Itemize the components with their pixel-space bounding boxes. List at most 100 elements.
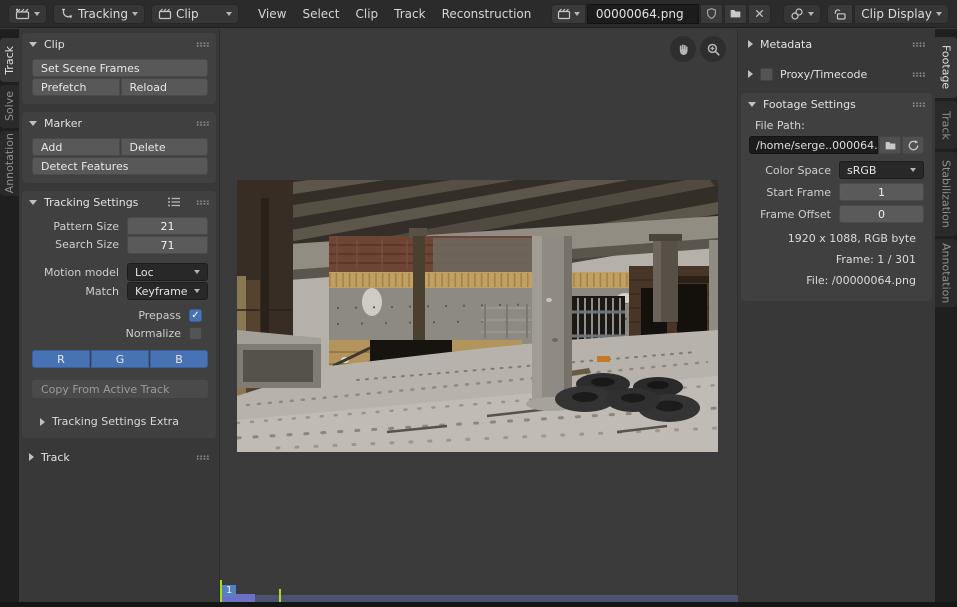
tab-annotation-left[interactable]: Annotation [0,131,19,196]
tab-footage[interactable]: Footage [935,37,957,98]
set-scene-frames-button[interactable]: Set Scene Frames [32,59,208,77]
marker-panel: Marker Add Delete Detect Features [22,112,216,183]
normalize-checkbox[interactable] [189,327,202,340]
panel-title: Tracking Settings [44,196,138,209]
clip-display-dropdown[interactable]: Clip Display [854,4,949,24]
menu-reconstruction[interactable]: Reconstruction [435,4,539,24]
color-space-dropdown[interactable]: sRGB [839,161,924,179]
drag-handle-icon[interactable] [912,42,925,47]
channel-r-toggle[interactable]: R [32,350,90,368]
panel-title: Footage Settings [763,98,856,111]
menu-view[interactable]: View [251,4,293,24]
drag-handle-icon[interactable] [196,121,209,126]
track-panel-header[interactable]: Track [22,446,216,468]
tab-track[interactable]: Track [0,38,19,82]
panel-title: Proxy/Timecode [780,68,867,81]
add-marker-button[interactable]: Add [32,138,120,156]
channel-g-toggle[interactable]: G [91,350,149,368]
drag-handle-icon[interactable] [196,455,209,460]
browse-file-button[interactable] [879,136,901,154]
proxy-checkbox[interactable] [760,68,773,81]
metadata-panel: Metadata [741,33,932,55]
proxy-panel-header[interactable]: Proxy/Timecode [741,63,932,85]
view-type-dropdown[interactable]: Clip [151,4,239,24]
fake-user-button[interactable] [700,4,723,24]
shield-icon [705,7,718,20]
pattern-size-label: Pattern Size [32,220,127,233]
motion-model-dropdown[interactable]: Loc [127,263,208,281]
drag-handle-icon[interactable] [196,42,209,47]
clip-browse-button[interactable] [551,4,586,24]
subpanel-title: Tracking Settings Extra [52,415,179,428]
prepass-checkbox[interactable] [189,309,202,322]
chevron-down-icon [132,12,138,16]
chevron-down-icon [194,289,200,293]
tracking-mode-icon [60,7,74,21]
file-path-label: File Path: [747,117,926,136]
zoom-in-icon [706,42,721,57]
timeline-cache-bar[interactable] [221,595,738,602]
folder-icon [729,7,742,20]
drag-handle-icon[interactable] [912,102,925,107]
sidebar-tabs: Footage Track Stabilization Annotation [935,29,957,607]
tab-solve[interactable]: Solve [0,85,19,128]
delete-marker-button[interactable]: Delete [121,138,209,156]
proxy-timecode-panel: Proxy/Timecode [741,63,932,85]
clip-viewport[interactable] [220,29,737,602]
panel-title: Metadata [760,38,812,51]
match-dropdown[interactable]: Keyframe [127,282,208,300]
motion-model-label: Motion model [32,266,127,279]
menu-track[interactable]: Track [387,4,432,24]
gizmo-dropdown[interactable] [783,4,821,24]
toolbar-region: Clip Set Scene Frames Prefetch Reload Ma… [19,29,220,602]
menu-select[interactable]: Select [295,4,346,24]
chevron-down-icon [808,12,814,16]
clip-display-group: Clip Display [827,4,949,24]
current-frame-badge: 1 [222,585,236,597]
match-label: Match [32,285,127,298]
tab-annotation-right[interactable]: Annotation [935,239,957,307]
panel-expanded-icon [29,200,37,205]
drag-handle-icon[interactable] [912,72,925,77]
clip-name-field[interactable]: 00000064.png [587,4,699,24]
presets-icon[interactable] [167,196,181,208]
link-icon [790,7,804,21]
start-frame-label: Start Frame [747,186,839,199]
start-frame-field[interactable]: 1 [839,183,924,201]
object-mode-dropdown[interactable]: Tracking [53,4,145,24]
chevron-down-icon [226,12,232,16]
footage-panel-header[interactable]: Footage Settings [741,93,932,115]
menu-clip[interactable]: Clip [348,4,385,24]
drag-handle-icon[interactable] [196,200,209,205]
reload-button[interactable]: Reload [121,78,209,96]
lock-view-button[interactable] [827,4,853,24]
channel-b-toggle[interactable]: B [150,350,208,368]
tracking-settings-extra-subpanel[interactable]: Tracking Settings Extra [32,410,208,430]
open-clip-button[interactable] [724,4,747,24]
copy-from-active-track-button[interactable]: Copy From Active Track [32,380,208,398]
pan-gizmo[interactable] [670,36,696,62]
resolution-info: 1920 x 1088, RGB byte [747,228,926,249]
search-size-field[interactable]: 71 [127,236,208,254]
zoom-gizmo[interactable] [700,36,726,62]
reload-footage-button[interactable] [902,136,924,154]
frame-offset-field[interactable]: 0 [839,205,924,223]
tracking-settings-panel: Tracking Settings Pattern Size 21 Search… [22,191,216,438]
panel-expanded-icon [29,42,37,47]
marker-panel-header[interactable]: Marker [22,112,216,134]
metadata-panel-header[interactable]: Metadata [741,33,932,55]
clip-image [237,180,718,452]
clip-display-label: Clip Display [861,7,932,21]
file-path-field[interactable]: /home/serge..000064.png [749,136,878,154]
prefetch-button[interactable]: Prefetch [32,78,120,96]
detect-features-button[interactable]: Detect Features [32,157,208,175]
clip-panel-header[interactable]: Clip [22,33,216,55]
editor-type-button[interactable] [8,4,47,24]
unlink-clip-button[interactable] [748,4,771,24]
refresh-icon [907,139,920,152]
tab-stabilization[interactable]: Stabilization [935,152,957,236]
pattern-size-field[interactable]: 21 [127,217,208,235]
tracking-settings-header[interactable]: Tracking Settings [22,191,216,213]
tab-track-right[interactable]: Track [935,101,957,149]
panel-title: Track [41,451,70,464]
